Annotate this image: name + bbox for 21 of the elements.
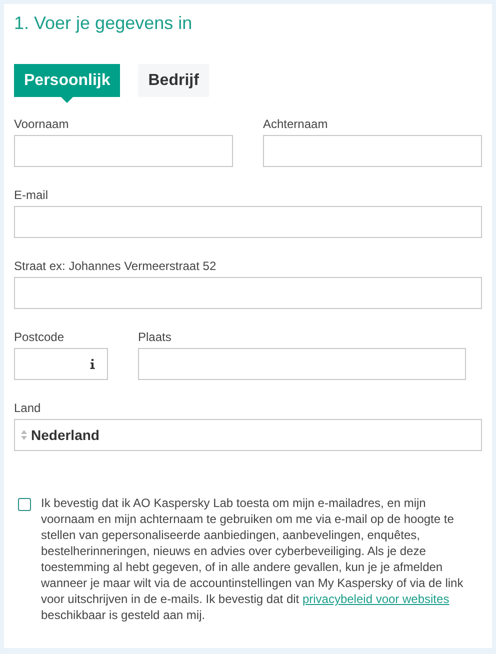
field-label: Postcode [14,329,66,345]
field-label: Straat ex: Johannes Vermeerstraat 52 [14,258,218,274]
input-field[interactable] [14,135,233,167]
input-field[interactable] [14,277,482,309]
consent-text: Ik bevestig dat ik AO Kaspersky Lab toesta om mijn e-mailadres, en mijn voornaam en mijn achternaam te gebruiken om me via e-mail op de hoogte te stellen van gepersonaliseerde aanbiedingen, aanbevelingen, enquêtes, bestelherinneringen, nieuws en advies over cyberbeveiliging. Als je deze toestemming al hebt gegeven, of in alle andere gevallen, kun je je afmelden wanneer je maar wilt via de accountinstellingen van My Kaspersky of via de link voor uitschrijven in de e-mails. Ik bevestig dat dit privacybeleid voor websites beschikbaar is gesteld aan mij. [41,495,464,623]
country-select[interactable]: Nederland [14,419,482,451]
sort-icon [21,429,27,441]
form-title: 1. Voer je gegevens in [14,12,194,34]
field-label: Plaats [138,329,172,345]
input-field[interactable] [14,348,108,380]
field-label: Achternaam [263,116,329,132]
input-field[interactable] [14,206,482,238]
input-field[interactable] [138,348,466,380]
info-icon [90,359,95,369]
tab[interactable]: Bedrijf [138,64,209,97]
pointer-icon [61,97,74,103]
field-label: Land [14,400,42,416]
field-label: Voornaam [14,116,70,132]
input-field[interactable] [263,135,482,167]
field-label: E-mail [14,187,50,203]
checkbox[interactable] [18,498,31,511]
